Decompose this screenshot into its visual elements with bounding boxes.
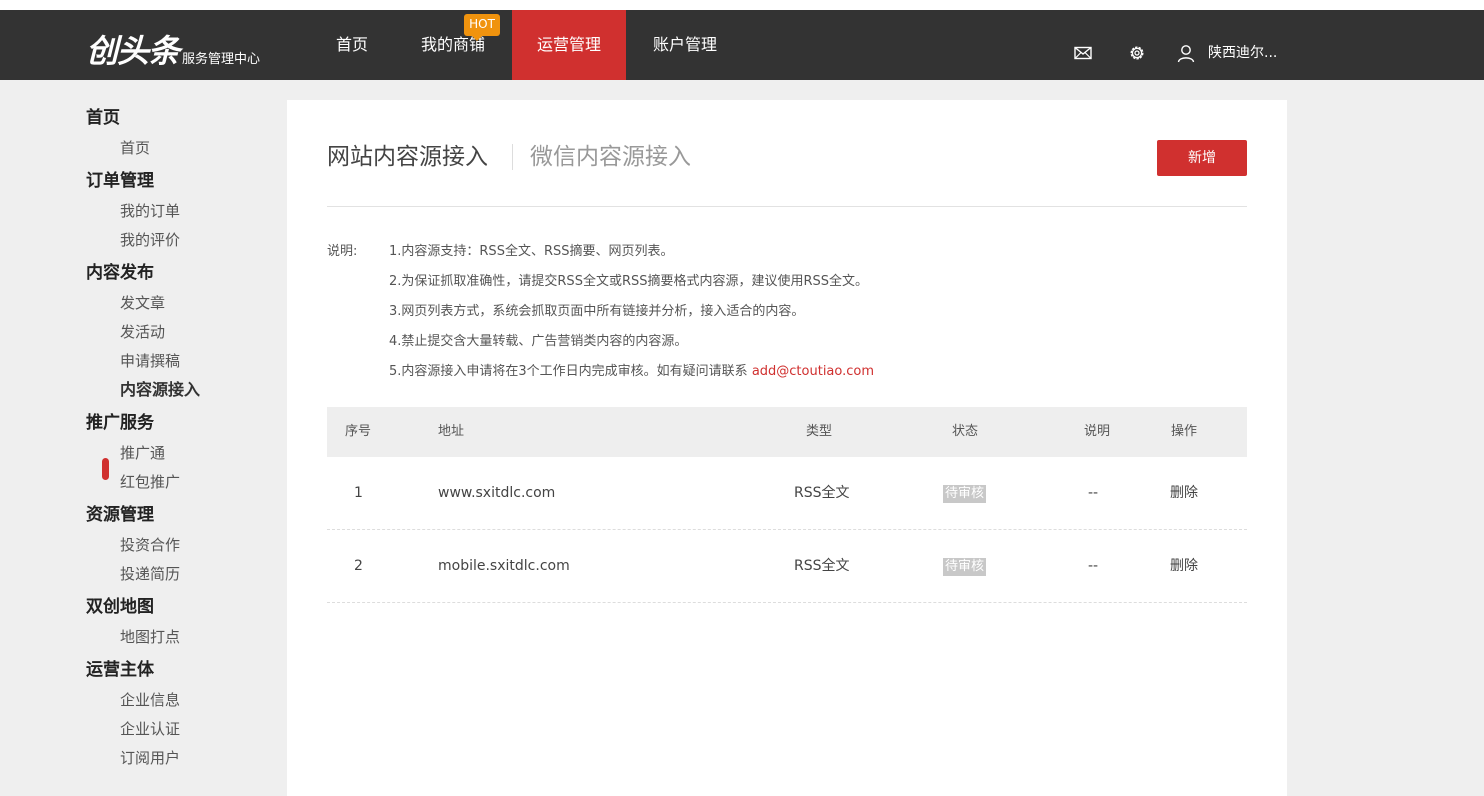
sidebar-group-resources: 资源管理: [86, 505, 154, 525]
row-address: mobile.sxitdlc.com: [438, 558, 570, 574]
sidebar-item-company-cert[interactable]: 企业认证: [120, 719, 180, 739]
sidebar-item-subscribers[interactable]: 订阅用户: [120, 748, 180, 768]
table-header: 序号 地址 类型 状态 说明 操作: [327, 407, 1247, 457]
sidebar-item-map-pin[interactable]: 地图打点: [120, 627, 180, 647]
gear-icon[interactable]: [1127, 43, 1147, 63]
note-line-5-text: 5.内容源接入申请将在3个工作日内完成审核。如有疑问请联系: [389, 364, 752, 379]
sidebar-item-content-source[interactable]: 内容源接入: [120, 380, 200, 400]
row-type: RSS全文: [794, 485, 850, 501]
column-header-type: 类型: [806, 424, 833, 439]
sidebar-group-home: 首页: [86, 108, 120, 128]
status-badge: 待审核: [943, 485, 987, 503]
sidebar-group-entity: 运营主体: [86, 660, 154, 680]
row-address: www.sxitdlc.com: [438, 485, 556, 501]
table-row: 1 www.sxitdlc.com RSS全文 待审核 -- 删除: [327, 457, 1247, 530]
nav-account[interactable]: 账户管理: [640, 10, 730, 80]
sidebar: 首页 首页 订单管理 我的订单 我的评价 内容发布 发文章 发活动 申请撰稿 内…: [0, 80, 287, 796]
sidebar-group-content: 内容发布: [86, 263, 154, 283]
sidebar-group-map: 双创地图: [86, 597, 154, 617]
logo-text: 创头条: [86, 32, 180, 70]
contact-email-link[interactable]: add@ctoutiao.com: [752, 364, 874, 379]
hot-badge: HOT: [464, 14, 500, 41]
table-row: 2 mobile.sxitdlc.com RSS全文 待审核 -- 删除: [327, 530, 1247, 603]
logo[interactable]: 创头条 服务管理中心: [86, 28, 260, 68]
sidebar-item-my-orders[interactable]: 我的订单: [120, 201, 180, 221]
row-status: 待审核: [943, 457, 987, 529]
tab-divider: [512, 144, 513, 170]
sidebar-group-promotion: 推广服务: [86, 413, 154, 433]
row-note: --: [1088, 485, 1099, 501]
delete-link[interactable]: 删除: [1170, 530, 1198, 602]
note-line-2: 2.为保证抓取准确性，请提交RSS全文或RSS摘要格式内容源，建议使用RSS全文…: [389, 274, 869, 289]
note-line-1: 1.内容源支持：RSS全文、RSS摘要、网页列表。: [389, 244, 674, 259]
sidebar-item-apply-writer[interactable]: 申请撰稿: [120, 351, 180, 371]
row-status: 待审核: [943, 530, 987, 602]
main-panel: 网站内容源接入 微信内容源接入 新增 说明: 1.内容源支持：RSS全文、RSS…: [287, 100, 1287, 796]
user-icon[interactable]: [1176, 43, 1196, 63]
active-item-marker: [102, 458, 109, 480]
status-badge: 待审核: [943, 558, 987, 576]
top-strip: [0, 0, 1484, 10]
delete-link[interactable]: 删除: [1170, 457, 1198, 529]
column-header-address: 地址: [438, 424, 465, 439]
sidebar-item-company-info[interactable]: 企业信息: [120, 690, 180, 710]
sidebar-item-investment[interactable]: 投资合作: [120, 535, 180, 555]
header-divider: [327, 206, 1247, 207]
row-index: 2: [354, 558, 363, 574]
row-note: --: [1088, 558, 1099, 574]
notes-label: 说明:: [327, 244, 358, 259]
username[interactable]: 陕西迪尔...: [1208, 43, 1277, 63]
tab-wechat-source[interactable]: 微信内容源接入: [530, 142, 691, 172]
sidebar-item-my-reviews[interactable]: 我的评价: [120, 230, 180, 250]
sidebar-group-orders: 订单管理: [86, 171, 154, 191]
top-header: 创头条 服务管理中心 首页 我的商铺 HOT 运营管理 账户管理 陕西迪尔...: [0, 10, 1484, 80]
sidebar-item-home[interactable]: 首页: [120, 138, 150, 158]
add-button[interactable]: 新增: [1157, 140, 1247, 176]
sidebar-item-promo-pass[interactable]: 推广通: [120, 443, 165, 463]
note-line-4: 4.禁止提交含大量转载、广告营销类内容的内容源。: [389, 334, 688, 349]
row-type: RSS全文: [794, 558, 850, 574]
sidebar-item-resumes[interactable]: 投递简历: [120, 564, 180, 584]
logo-subtitle: 服务管理中心: [182, 52, 261, 67]
column-header-status: 状态: [952, 424, 979, 439]
note-line-5: 5.内容源接入申请将在3个工作日内完成审核。如有疑问请联系 add@ctouti…: [389, 363, 874, 381]
mail-icon[interactable]: [1073, 43, 1093, 63]
sidebar-item-post-event[interactable]: 发活动: [120, 322, 165, 342]
note-line-3: 3.网页列表方式，系统会抓取页面中所有链接并分析，接入适合的内容。: [389, 304, 805, 319]
row-index: 1: [354, 485, 363, 501]
column-header-index: 序号: [345, 424, 372, 439]
nav-home[interactable]: 首页: [324, 10, 380, 80]
column-header-action: 操作: [1171, 424, 1198, 439]
tab-website-source[interactable]: 网站内容源接入: [327, 142, 488, 172]
nav-operations[interactable]: 运营管理: [512, 10, 626, 80]
sidebar-item-post-article[interactable]: 发文章: [120, 293, 165, 313]
sidebar-item-red-packet[interactable]: 红包推广: [120, 472, 180, 492]
column-header-note: 说明: [1084, 424, 1111, 439]
